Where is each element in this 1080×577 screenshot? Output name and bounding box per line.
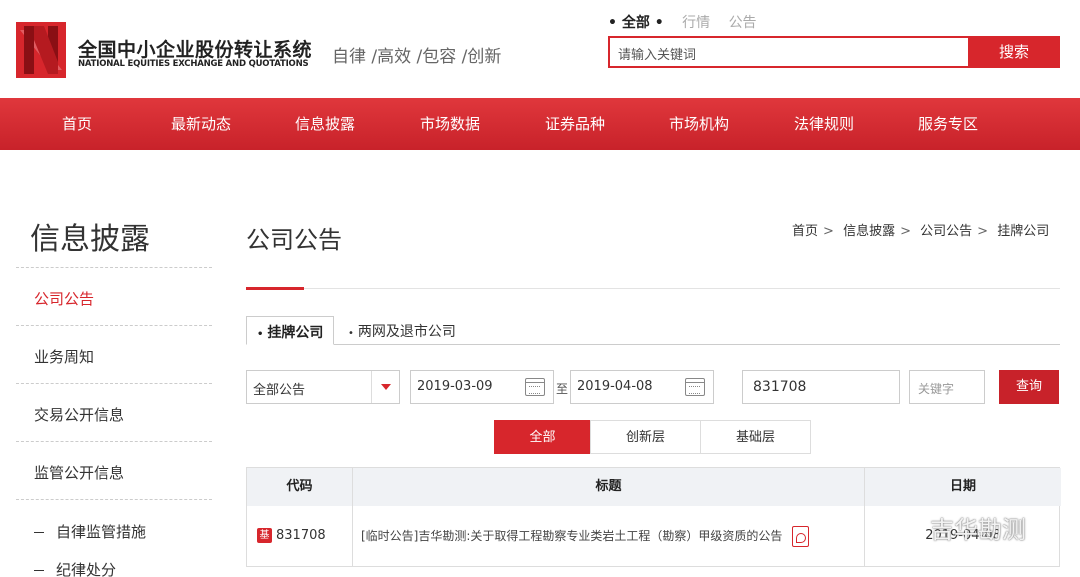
breadcrumb-home[interactable]: 首页 bbox=[792, 224, 818, 239]
sidebar-divider bbox=[16, 441, 212, 442]
title-accent bbox=[246, 287, 304, 290]
neeq-logo-icon[interactable] bbox=[16, 22, 66, 78]
search-tab-announcements[interactable]: 公告 bbox=[729, 15, 757, 31]
search-tab-quotes[interactable]: 行情 bbox=[682, 15, 710, 31]
breadcrumb-announcements[interactable]: 公司公告 bbox=[920, 224, 972, 239]
main-nav: 首页 最新动态 信息披露 市场数据 证券品种 市场机构 法律规则 服务专区 bbox=[0, 98, 1080, 150]
nav-disclosure[interactable]: 信息披露 bbox=[295, 98, 355, 150]
sidebar-item-regulatory-info[interactable]: 监管公开信息 bbox=[34, 462, 124, 483]
sidebar-sub-disciplinary[interactable]: 纪律处分 bbox=[34, 559, 116, 577]
logo-english-name: NATIONAL EQUITIES EXCHANGE AND QUOTATION… bbox=[78, 59, 309, 69]
search-button[interactable]: 搜索 bbox=[968, 36, 1060, 68]
date-range-separator: 至 bbox=[556, 382, 569, 396]
search-scope-tabs: • 全部 • 行情 公告 bbox=[608, 12, 771, 32]
sidebar-sub-self-regulatory[interactable]: 自律监管措施 bbox=[34, 521, 146, 542]
nav-services[interactable]: 服务专区 bbox=[918, 98, 978, 150]
announcement-type-select[interactable]: 全部公告 bbox=[246, 370, 400, 404]
nav-home[interactable]: 首页 bbox=[62, 98, 92, 150]
wechat-icon bbox=[891, 518, 925, 543]
segment-all[interactable]: 全部 bbox=[494, 420, 591, 454]
logo-chinese-name: 全国中小企业股份转让系统 bbox=[78, 39, 313, 61]
nav-news[interactable]: 最新动态 bbox=[171, 98, 231, 150]
table-row-code: 基 831708 bbox=[247, 506, 353, 566]
segment-innovation[interactable]: 创新层 bbox=[590, 420, 701, 454]
start-date-input[interactable]: 2019-03-09 bbox=[410, 370, 554, 404]
sidebar-item-company-announcements[interactable]: 公司公告 bbox=[34, 288, 94, 309]
breadcrumb-disclosure[interactable]: 信息披露 bbox=[843, 224, 895, 239]
sidebar-divider bbox=[16, 325, 212, 326]
breadcrumb-listed: 挂牌公司 bbox=[997, 224, 1050, 239]
segment-basic[interactable]: 基础层 bbox=[700, 420, 811, 454]
tab-delisted-companies[interactable]: • 两网及退市公司 bbox=[338, 316, 466, 345]
column-header-title: 标题 bbox=[353, 468, 865, 506]
sidebar-item-business-notices[interactable]: 业务周知 bbox=[34, 346, 94, 367]
sidebar-divider bbox=[16, 383, 212, 384]
query-button[interactable]: 查询 bbox=[999, 370, 1059, 404]
sidebar-divider bbox=[16, 499, 212, 500]
basic-tier-badge: 基 bbox=[257, 528, 272, 543]
breadcrumb: 首页 > 信息披露 > 公司公告 > 挂牌公司 bbox=[792, 224, 1050, 239]
search-tab-all[interactable]: • 全部 • bbox=[608, 15, 664, 31]
calendar-icon[interactable] bbox=[685, 378, 705, 396]
nav-institutions[interactable]: 市场机构 bbox=[669, 98, 729, 150]
sidebar-item-trading-info[interactable]: 交易公开信息 bbox=[34, 404, 124, 425]
calendar-icon[interactable] bbox=[525, 378, 545, 396]
nav-securities[interactable]: 证券品种 bbox=[545, 98, 605, 150]
table-row-title[interactable]: [临时公告]吉华勘测:关于取得工程勘察专业类岩土工程（勘察）甲级资质的公告 bbox=[353, 506, 865, 566]
slogan: 自律 /高效 /包容 /创新 bbox=[332, 47, 502, 67]
page-title: 公司公告 bbox=[246, 226, 342, 254]
sidebar-divider bbox=[16, 267, 212, 268]
nav-market-data[interactable]: 市场数据 bbox=[420, 98, 480, 150]
nav-rules[interactable]: 法律规则 bbox=[794, 98, 854, 150]
column-header-code: 代码 bbox=[247, 468, 353, 506]
header: 全国中小企业股份转让系统 NATIONAL EQUITIES EXCHANGE … bbox=[0, 0, 1080, 98]
tab-listed-companies[interactable]: • 挂牌公司 bbox=[246, 316, 335, 345]
chevron-down-icon bbox=[371, 371, 399, 403]
stock-code-input[interactable]: 831708 bbox=[742, 370, 900, 404]
dash-icon bbox=[34, 532, 44, 533]
keyword-input[interactable]: 关键字 bbox=[909, 370, 985, 404]
end-date-input[interactable]: 2019-04-08 bbox=[570, 370, 714, 404]
search-input[interactable]: 请输入关键词 bbox=[608, 36, 968, 68]
dash-icon bbox=[34, 570, 44, 571]
title-divider bbox=[246, 288, 1060, 289]
column-header-date: 日期 bbox=[865, 468, 1061, 506]
pdf-icon[interactable] bbox=[792, 526, 810, 547]
sidebar-title: 信息披露 bbox=[30, 222, 150, 257]
watermark: 吉华勘测 bbox=[890, 510, 1026, 545]
